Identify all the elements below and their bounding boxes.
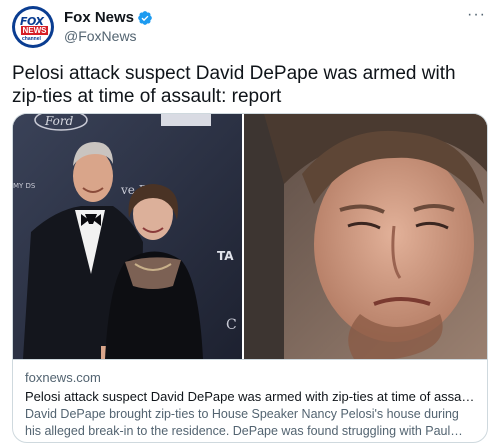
photo-couple-illustration: Ford MY DS TA C ve D xyxy=(13,114,242,359)
card-domain: foxnews.com xyxy=(25,370,101,385)
card-title[interactable]: Pelosi attack suspect David DePape was a… xyxy=(25,388,477,406)
photo-backdrop-side: MY DS xyxy=(13,182,36,190)
avatar[interactable]: FOX NEWS channel xyxy=(12,6,54,48)
logo-news-text: NEWS xyxy=(21,26,48,35)
tweet-header: FOX NEWS channel Fox News @FoxNews ··· xyxy=(12,6,488,48)
verified-badge-icon xyxy=(138,10,152,25)
tweet-text: Pelosi attack suspect David DePape was a… xyxy=(12,63,456,107)
photo-backdrop-ta: TA xyxy=(217,249,234,263)
card-body[interactable]: foxnews.com Pelosi attack suspect David … xyxy=(13,359,487,442)
svg-text:C: C xyxy=(226,317,237,333)
photo-couple: Ford MY DS TA C ve D xyxy=(13,114,242,359)
more-options-icon[interactable]: ··· xyxy=(467,6,486,24)
card-description: David DePape brought zip-ties to House S… xyxy=(25,407,459,438)
display-name[interactable]: Fox News xyxy=(64,9,134,26)
link-card[interactable]: Ford MY DS TA C ve D foxnews.com Pelosi … xyxy=(12,113,488,443)
photo-suspect xyxy=(244,114,487,359)
logo-channel-text: channel xyxy=(22,36,41,42)
photo-suspect-illustration xyxy=(244,114,487,359)
photo-backdrop-ford: Ford xyxy=(44,114,74,128)
handle[interactable]: @FoxNews xyxy=(64,28,153,44)
card-media[interactable]: Ford MY DS TA C ve D xyxy=(13,114,487,359)
account-names: Fox News @FoxNews xyxy=(64,8,153,44)
fox-news-logo: FOX NEWS channel xyxy=(15,9,51,45)
